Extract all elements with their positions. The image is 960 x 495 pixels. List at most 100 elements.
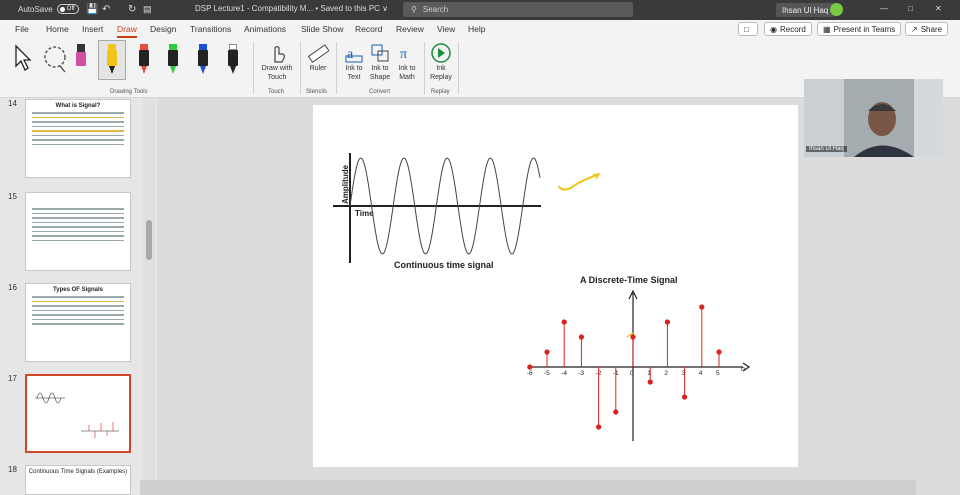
stem-point: [561, 319, 567, 325]
continuous-signal-plot: [333, 153, 541, 263]
draw-with-touch-button[interactable]: Draw with Touch: [258, 64, 296, 82]
tab-insert[interactable]: Insert: [82, 24, 103, 34]
ink-to-text-icon: a: [345, 47, 363, 63]
tab-slide-show[interactable]: Slide Show: [301, 24, 344, 34]
touch-hand-icon: [274, 45, 285, 63]
present-teams-button[interactable]: ▦ Present in Teams: [817, 22, 902, 36]
stem-point: [527, 364, 533, 370]
thumbnail-scrollbar[interactable]: [143, 98, 155, 495]
ruler-button[interactable]: Ruler: [306, 64, 330, 73]
tab-home[interactable]: Home: [46, 24, 69, 34]
divider: [424, 42, 425, 94]
tick-label: -3: [578, 370, 584, 377]
slide-number: 17: [8, 374, 17, 383]
close-icon[interactable]: ✕: [935, 4, 942, 13]
share-label: Share: [920, 24, 943, 34]
minimize-icon[interactable]: —: [880, 4, 888, 13]
teams-label: Present in Teams: [833, 24, 896, 34]
divider: [336, 42, 337, 94]
eraser-icon[interactable]: [74, 42, 88, 78]
divider: [253, 42, 254, 94]
teams-icon: ▦: [823, 24, 831, 34]
svg-text:π: π: [400, 47, 407, 62]
tick-label: -6: [527, 370, 533, 377]
share-button[interactable]: ↗ Share: [905, 22, 949, 36]
record-button[interactable]: ◉ Record: [764, 22, 812, 36]
slide-thumbnail-17-selected[interactable]: [25, 374, 131, 453]
tick-label: 2: [664, 370, 668, 377]
tab-design[interactable]: Design: [150, 24, 176, 34]
divider: [458, 42, 459, 94]
slide-thumbnail-14[interactable]: What is Signal?: [25, 99, 131, 178]
save-icon[interactable]: 💾: [86, 4, 98, 15]
tab-help[interactable]: Help: [468, 24, 485, 34]
autosave[interactable]: AutoSave Off: [18, 4, 79, 14]
ink-to-text-button[interactable]: Ink to Text: [342, 64, 366, 82]
present-icon[interactable]: ▤: [143, 4, 152, 15]
slide-number: 18: [8, 465, 17, 474]
group-drawing-tools: Drawing Tools: [110, 89, 148, 95]
ink-replay-button[interactable]: Ink Replay: [428, 64, 454, 82]
document-title[interactable]: DSP Lecture1 - Compatibility M... • Save…: [195, 4, 388, 13]
ink-to-shape-button[interactable]: Ink to Shape: [368, 64, 392, 82]
continuous-signal-caption: Continuous time signal: [394, 260, 494, 270]
pen-red-icon[interactable]: [137, 42, 151, 78]
tab-draw[interactable]: Draw: [117, 24, 137, 38]
undo-icon[interactable]: ↶: [102, 4, 110, 15]
pen-blue-icon[interactable]: [196, 42, 210, 78]
search-placeholder: Search: [422, 5, 449, 14]
pen-yellow-selected[interactable]: [98, 40, 126, 80]
tick-label: 0: [630, 370, 634, 377]
tab-view[interactable]: View: [437, 24, 455, 34]
tick-label: 4: [699, 370, 703, 377]
slide-thumbnail-16[interactable]: Types OF Signals: [25, 283, 131, 362]
notes-bar[interactable]: [140, 480, 916, 495]
ink-to-shape-icon: [371, 44, 389, 62]
tab-transitions[interactable]: Transitions: [190, 24, 231, 34]
pen-yellow-icon: [105, 42, 119, 78]
stem-point: [664, 319, 670, 325]
group-convert: Convert: [369, 89, 391, 95]
autosave-toggle[interactable]: Off: [56, 4, 79, 14]
record-label: Record: [779, 24, 806, 34]
autosave-label: AutoSave: [18, 4, 53, 14]
group-stencils: Stencils: [306, 89, 328, 95]
pen-orange-icon[interactable]: [166, 42, 180, 78]
tab-file[interactable]: File: [15, 24, 29, 34]
tab-review[interactable]: Review: [396, 24, 424, 34]
stem-point: [578, 334, 584, 340]
slide-number: 15: [8, 192, 17, 201]
pen-white-icon[interactable]: [226, 42, 240, 78]
slide-figures: n-6-5-4-3-2-1012345: [333, 153, 751, 441]
ink-annotation: [558, 174, 598, 191]
user-name[interactable]: Ihsan Ul Haq: [776, 3, 835, 17]
avatar[interactable]: [830, 3, 843, 16]
select-cursor-icon[interactable]: [12, 44, 32, 72]
stem-point: [716, 349, 722, 355]
comments-button[interactable]: □: [738, 22, 758, 36]
presenter-name-tag: Ihsan Ul Haq: [806, 146, 847, 152]
tab-animations[interactable]: Animations: [244, 24, 286, 34]
stem-point: [613, 409, 619, 415]
slide-thumbnail-15[interactable]: [25, 192, 131, 271]
stem-point: [647, 379, 653, 385]
search-box[interactable]: ⚲ Search: [403, 2, 633, 17]
title-bar: AutoSave Off 💾 ↶ ↻ ▤ DSP Lecture1 - Comp…: [0, 0, 960, 20]
search-icon: ⚲: [411, 5, 417, 14]
stem-point: [544, 349, 550, 355]
redo-icon[interactable]: ↻: [128, 4, 136, 15]
ink-to-math-button[interactable]: Ink to Math: [392, 64, 422, 82]
comment-icon: □: [744, 24, 749, 34]
slide-canvas[interactable]: n-6-5-4-3-2-1012345: [313, 105, 798, 467]
tab-record[interactable]: Record: [355, 24, 382, 34]
amplitude-axis-label: Amplitude: [341, 164, 351, 205]
lasso-icon[interactable]: [40, 44, 70, 74]
stem-point: [699, 304, 705, 310]
maximize-icon[interactable]: □: [908, 4, 913, 13]
tick-label: -5: [544, 370, 550, 377]
slide-thumbnail-18[interactable]: Continuous Time Signals (Examples): [25, 465, 131, 495]
pen-yellow-body: [107, 50, 117, 66]
scrollbar-thumb[interactable]: [146, 220, 152, 260]
thumb-title: Continuous Time Signals (Examples): [28, 469, 128, 475]
record-icon: ◉: [770, 24, 777, 34]
